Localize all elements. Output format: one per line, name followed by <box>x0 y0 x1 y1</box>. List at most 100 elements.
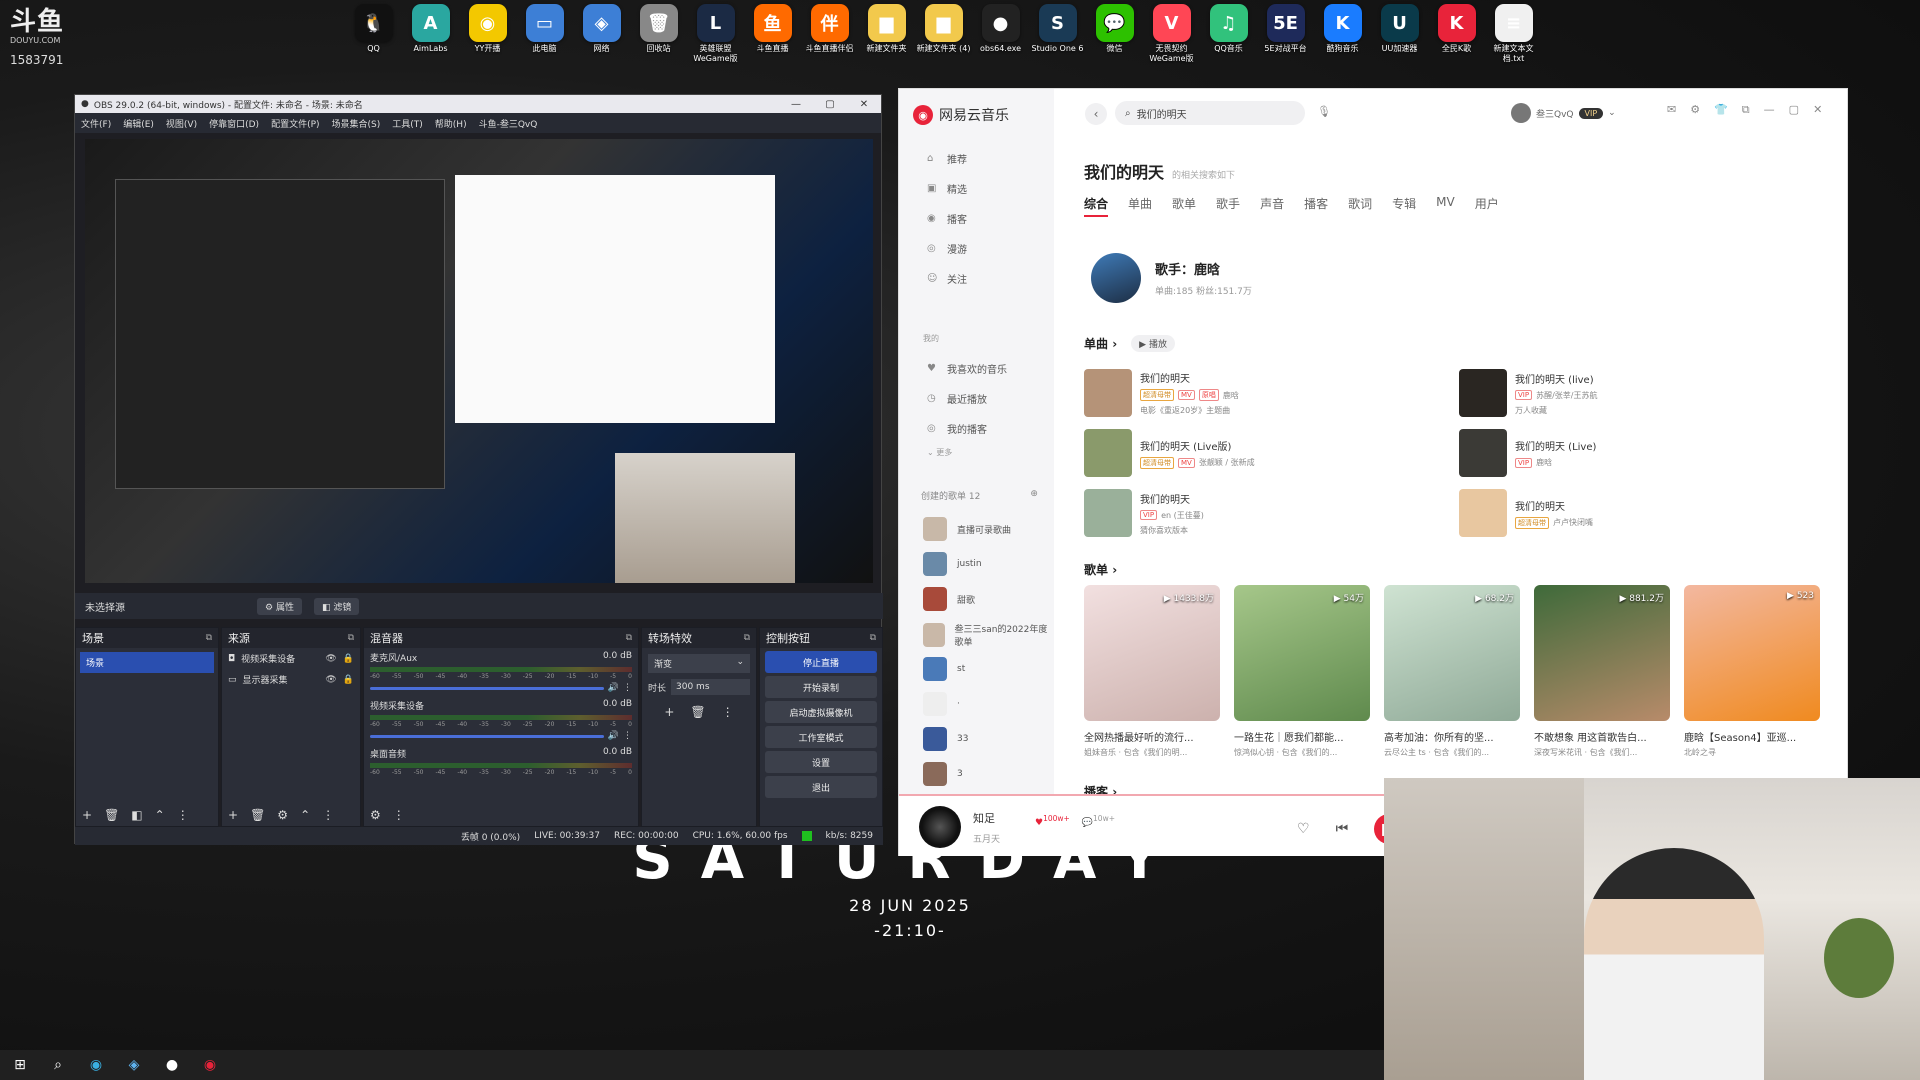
artist-card[interactable]: 歌手：鹿晗 单曲:185 粉丝:151.7万 <box>1091 253 1252 303</box>
undock-icon[interactable]: ⧉ <box>744 633 750 643</box>
more-icon[interactable]: ⋮ <box>623 731 632 741</box>
tab-9[interactable]: 用户 <box>1475 195 1499 217</box>
desktop-icon[interactable]: ▭ 此电脑 <box>516 4 573 76</box>
search-icon[interactable]: ⌕ <box>48 1055 68 1075</box>
more-icon[interactable]: ⋮ <box>393 808 405 822</box>
mail-icon[interactable]: ✉ <box>1667 103 1676 117</box>
studio-mode-button[interactable]: 工作室模式 <box>765 726 877 748</box>
undock-icon[interactable]: ⧉ <box>870 633 876 643</box>
menu-item[interactable]: 视图(V) <box>166 117 197 130</box>
more-icon[interactable]: ⋮ <box>177 808 189 822</box>
source-row[interactable]: ◘ 视频采集设备 👁 🔒 <box>222 648 360 669</box>
playlist-item[interactable]: · <box>923 692 960 716</box>
obs-taskbar-icon[interactable]: ● <box>162 1055 182 1075</box>
single-item[interactable]: 我们的明天 VIP en (王佳蔓) 猜你喜欢版本 <box>1084 489 1204 537</box>
playlist-item[interactable]: 直播可录歌曲 <box>923 517 1011 541</box>
transition-select[interactable]: 渐变 ⌄ <box>648 654 750 673</box>
start-recording-button[interactable]: 开始录制 <box>765 676 877 698</box>
desktop-icon[interactable]: K 全民K歌 <box>1428 4 1485 76</box>
minimize-icon[interactable]: — <box>779 99 813 110</box>
duration-field[interactable]: 300 ms <box>671 679 750 695</box>
more-icon[interactable]: ⋮ <box>623 683 632 693</box>
menu-item[interactable]: 配置文件(P) <box>271 117 319 130</box>
user-area[interactable]: 叁三QvQ VIP ⌄ <box>1511 103 1616 123</box>
previous-icon[interactable]: ⏮ <box>1336 821 1349 837</box>
playlists-label[interactable]: 歌单 › <box>1084 561 1117 578</box>
single-item[interactable]: 我们的明天 超清母带 MV 原唱 鹿晗 电影《重返20岁》主题曲 <box>1084 369 1239 417</box>
up-icon[interactable]: ⌃ <box>155 808 165 822</box>
playlist-card[interactable]: ▶ 881.2万 不敢想象 用这首歌告白... 深夜写米花讯 · 包含《我们... <box>1534 585 1670 758</box>
desktop-icon[interactable]: 5E 5E对战平台 <box>1257 4 1314 76</box>
gear-icon[interactable]: ⚙ <box>277 808 288 822</box>
desktop-icon[interactable]: 🗑 回收站 <box>630 4 687 76</box>
nav-item[interactable]: ☺ 关注 <box>927 271 967 286</box>
menu-item[interactable]: 场景集合(S) <box>332 117 381 130</box>
delete-icon[interactable]: 🗑 <box>690 705 705 719</box>
exit-button[interactable]: 退出 <box>765 776 877 798</box>
add-icon[interactable]: + <box>664 705 674 719</box>
more-icon[interactable]: ⋮ <box>722 705 734 719</box>
lock-icon[interactable]: 🔒 <box>343 654 354 664</box>
playlist-card[interactable]: ▶ 523 鹿晗【Season4】亚巡... 北岭之寻 <box>1684 585 1820 758</box>
playlist-item[interactable]: 叁三三san的2022年度歌单 <box>923 622 1054 648</box>
speaker-icon[interactable]: 🔊 <box>608 731 619 741</box>
volume-slider[interactable] <box>370 734 604 738</box>
eye-icon[interactable]: 👁 <box>325 654 336 664</box>
my-item[interactable]: ◎ 我的播客 <box>927 421 987 436</box>
properties-button[interactable]: ⚙ 属性 <box>257 597 302 615</box>
desktop-icon[interactable]: ▆ 新建文件夹 <box>858 4 915 76</box>
tab-7[interactable]: 专辑 <box>1392 195 1416 217</box>
menu-item[interactable]: 帮助(H) <box>435 117 467 130</box>
tab-1[interactable]: 单曲 <box>1128 195 1152 217</box>
windows-start-icon[interactable]: ⊞ <box>10 1055 30 1075</box>
desktop-icon[interactable]: ● obs64.exe <box>972 4 1029 76</box>
single-item[interactable]: 我们的明天 (live) VIP 苏醒/张莘/王苏航 万人收藏 <box>1459 369 1597 417</box>
search-input[interactable]: ⌕ 我们的明天 <box>1115 101 1305 125</box>
desktop-icon[interactable]: ◈ 网络 <box>573 4 630 76</box>
nav-item[interactable]: ◎ 漫游 <box>927 241 967 256</box>
add-playlist-icon[interactable]: ⊕ <box>1030 489 1038 502</box>
single-item[interactable]: 我们的明天 (Live版) 超清母带 MV 张靓颖 / 张新成 <box>1084 429 1255 477</box>
minimize-icon[interactable]: — <box>1764 103 1775 117</box>
stop-streaming-button[interactable]: 停止直播 <box>765 651 877 673</box>
add-icon[interactable]: + <box>228 808 238 822</box>
nav-item[interactable]: ◉ 播客 <box>927 211 967 226</box>
close-icon[interactable]: ✕ <box>1813 103 1822 117</box>
maximize-icon[interactable]: ▢ <box>1789 103 1799 117</box>
single-item[interactable]: 我们的明天 (Live) VIP 鹿晗 <box>1459 429 1596 477</box>
desktop-icon[interactable]: 🐧 QQ <box>345 4 402 76</box>
lock-icon[interactable]: 🔒 <box>343 675 354 685</box>
playlist-card[interactable]: ▶ 68.2万 高考加油：你所有的坚... 云尽公主 ts · 包含《我们的... <box>1384 585 1520 758</box>
playlist-item[interactable]: 3 <box>923 762 963 786</box>
playlist-card[interactable]: ▶ 54万 一路生花｜愿我们都能... 惊鸿似心钥 · 包含《我们的... <box>1234 585 1370 758</box>
desktop-icon[interactable]: 伴斗鱼直播伴侣 <box>801 4 858 76</box>
playlist-item[interactable]: 33 <box>923 727 968 751</box>
gear-icon[interactable]: ⚙ <box>370 808 381 822</box>
voice-search-icon[interactable]: 🎙 <box>1317 105 1331 118</box>
undock-icon[interactable]: ⧉ <box>626 633 632 643</box>
skin-icon[interactable]: 👕 <box>1714 103 1728 117</box>
desktop-icon[interactable]: ▆ 新建文件夹 (4) <box>915 4 972 76</box>
settings-icon[interactable]: ⚙ <box>1690 103 1700 117</box>
desktop-icon[interactable]: ≡ 新建文本文档.txt <box>1485 4 1542 76</box>
desktop-icon[interactable]: ♫ QQ音乐 <box>1200 4 1257 76</box>
edge-icon[interactable]: ◉ <box>86 1055 106 1075</box>
tab-0[interactable]: 综合 <box>1084 195 1109 217</box>
single-item[interactable]: 我们的明天 超清母带 卢卢快闭嘴 <box>1459 489 1593 537</box>
close-icon[interactable]: ✕ <box>847 99 881 110</box>
avatar[interactable] <box>1511 103 1531 123</box>
desktop-icon[interactable]: ◉ YY开播 <box>459 4 516 76</box>
desktop-icon[interactable]: K 酷狗音乐 <box>1314 4 1371 76</box>
playlist-card[interactable]: ▶ 1433.8万 全网热播最好听的流行... 姐妹音乐 · 包含《我们的明... <box>1084 585 1220 758</box>
singles-label[interactable]: 单曲 › <box>1084 335 1117 352</box>
playlist-item[interactable]: 甜歌 <box>923 587 975 611</box>
netease-taskbar-icon[interactable]: ◉ <box>200 1055 220 1075</box>
eye-icon[interactable]: 👁 <box>325 675 336 685</box>
maximize-icon[interactable]: ▢ <box>813 99 847 110</box>
playlist-item[interactable]: justin <box>923 552 982 576</box>
filter-icon[interactable]: ◧ <box>131 808 142 822</box>
desktop-icon[interactable]: 鱼斗鱼直播 <box>744 4 801 76</box>
more-icon[interactable]: ⋮ <box>322 808 334 822</box>
undock-icon[interactable]: ⧉ <box>348 633 354 643</box>
heart-outline-icon[interactable]: ♡ <box>1297 821 1310 837</box>
